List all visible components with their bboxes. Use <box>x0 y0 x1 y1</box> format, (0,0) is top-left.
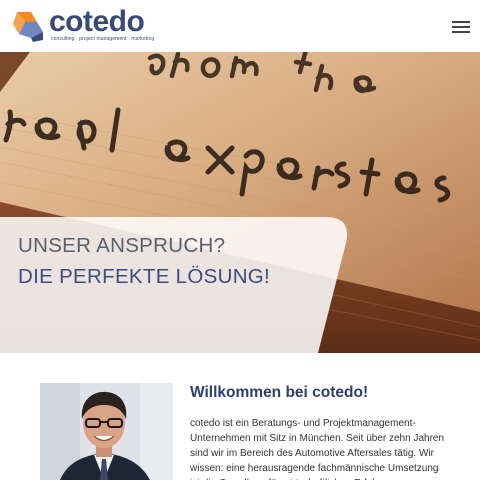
logo-tagline: consulting · project management · market… <box>51 36 155 42</box>
hero-headline-question: UNSER ANSPRUCH? <box>18 234 226 257</box>
hero-headline-answer: DIE PERFEKTE LÖSUNG! <box>18 265 271 288</box>
hamburger-menu-icon[interactable] <box>452 19 470 34</box>
cotedo-logo-mark-icon <box>13 12 43 42</box>
site-header: cotedo consulting · project management ·… <box>0 0 480 52</box>
welcome-body-text: cotedo ist ein Beratungs- und Projektman… <box>190 418 445 480</box>
hero-banner: UNSER ANSPRUCH? DIE PERFEKTE LÖSUNG! <box>0 52 480 353</box>
cotedo-logo[interactable]: cotedo consulting · project management ·… <box>11 5 161 47</box>
consultant-portrait <box>40 383 173 480</box>
welcome-title: Willkommen bei cotedo! <box>190 384 369 401</box>
logo-wordmark: cotedo <box>49 5 145 38</box>
